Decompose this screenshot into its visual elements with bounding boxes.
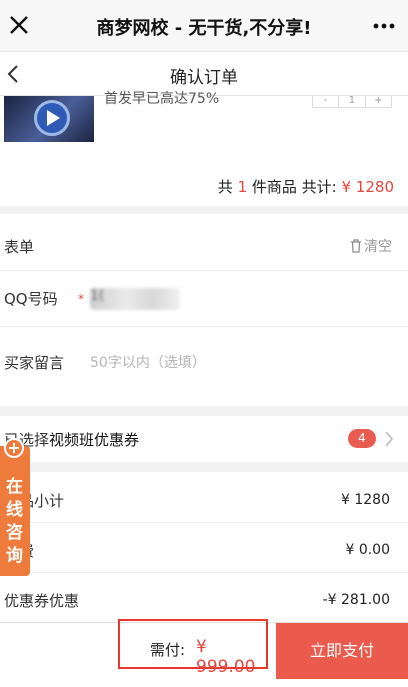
clear-button[interactable]: 清空 <box>350 236 392 256</box>
plus-circle-icon <box>4 438 24 458</box>
item-count: 1 <box>237 178 248 196</box>
shipping-value: ¥ 0.00 <box>345 542 390 558</box>
wechat-title-bar: 商梦网校 - 无干货,不分享! <box>0 0 408 52</box>
message-input[interactable]: 50字以内（选填） <box>90 352 206 372</box>
close-icon[interactable] <box>6 12 32 38</box>
coupon-name: 视频班优惠券 <box>49 431 140 449</box>
qq-label: QQ号码 <box>4 290 58 308</box>
coupon-discount-value: -¥ 281.00 <box>322 592 390 608</box>
order-form: 表单 清空 QQ号码 * 1( 买家留言 50字以内（选填） <box>0 214 408 406</box>
required-mark: * <box>78 292 84 306</box>
nav-title: 确认订单 <box>170 68 238 88</box>
coupon-row[interactable]: 已选择视频班优惠券 4 <box>0 416 408 462</box>
form-section-label: 表单 <box>4 238 35 256</box>
more-icon[interactable] <box>372 18 396 34</box>
checkout-footer: 需付: ¥ 999.00 立即支付 <box>0 619 408 687</box>
order-summary: 共 1 件商品 共计: ¥ 1280 <box>218 176 394 197</box>
consult-label: 在线咨询 <box>6 477 23 566</box>
coupon-count-badge: 4 <box>348 429 376 448</box>
quantity-stepper[interactable]: - 1 + <box>312 96 392 108</box>
amount-due-value: ¥ 999.00 <box>196 637 256 677</box>
divider <box>0 572 408 573</box>
summary-middle: 件商品 共计: <box>251 178 337 196</box>
product-thumbnail[interactable] <box>4 96 94 142</box>
subtotal-value: ¥ 1280 <box>341 492 390 508</box>
summary-prefix: 共 <box>217 178 233 196</box>
decrease-button[interactable]: - <box>313 96 340 107</box>
price-breakdown: 商品小计 ¥ 1280 运费 ¥ 0.00 优惠券优惠 -¥ 281.00 <box>0 472 408 622</box>
pay-now-button[interactable]: 立即支付 <box>276 623 408 679</box>
quantity-value[interactable]: 1 <box>339 96 366 107</box>
qq-row: QQ号码 * 1( <box>0 270 408 326</box>
divider <box>0 522 408 523</box>
message-row: 买家留言 50字以内（选填） <box>0 326 408 406</box>
trash-icon <box>351 239 361 253</box>
increase-button[interactable]: + <box>366 96 391 107</box>
chevron-right-icon <box>385 431 394 447</box>
coupon-discount-label: 优惠券优惠 <box>4 592 80 610</box>
amount-due-label: 需付: <box>150 641 186 659</box>
product-title: 首发早已高达75% <box>104 91 220 107</box>
form-header-row: 表单 清空 <box>0 214 408 270</box>
summary-total: ¥ 1280 <box>341 178 395 196</box>
clear-label: 清空 <box>364 239 392 255</box>
page-title: 商梦网校 - 无干货,不分享! <box>96 18 312 39</box>
qq-input[interactable]: 1( <box>90 288 180 310</box>
message-label: 买家留言 <box>4 354 65 372</box>
play-icon <box>47 110 60 126</box>
amount-due-box: 需付: ¥ 999.00 <box>118 619 268 677</box>
plus-glyph <box>9 443 19 453</box>
online-consult-button[interactable]: 在线咨询 <box>0 438 30 576</box>
product-card: 首发早已高达75% - 1 + 共 1 件商品 共计: ¥ 1280 <box>0 91 408 206</box>
